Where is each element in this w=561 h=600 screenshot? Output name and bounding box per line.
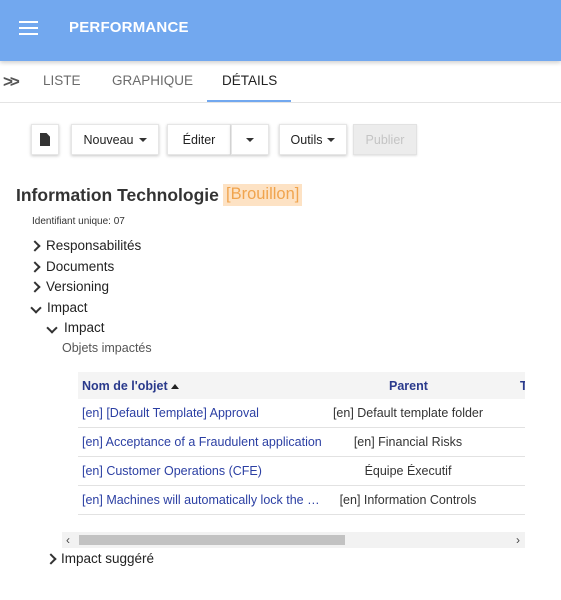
impacted-objects-grid: Nom de l'objet Parent T [en] [Default Te… bbox=[78, 372, 525, 518]
tree-label: Responsabilités bbox=[46, 238, 142, 253]
new-button[interactable]: Nouveau bbox=[71, 124, 159, 155]
hamburger-icon[interactable] bbox=[19, 21, 38, 36]
document-button[interactable] bbox=[31, 124, 59, 155]
tab-liste[interactable]: LISTE bbox=[43, 73, 81, 88]
table-row[interactable]: [en] [Default Template] Approval [en] De… bbox=[78, 399, 525, 428]
tree-label: Impact suggéré bbox=[61, 551, 155, 566]
object-name-link[interactable]: [en] [Default Template] Approval bbox=[82, 406, 322, 420]
chevron-right-icon bbox=[31, 279, 43, 294]
chevron-down-icon bbox=[48, 320, 60, 335]
impacted-objects-caption: Objets impactés bbox=[62, 341, 152, 355]
caret-down-icon bbox=[138, 137, 147, 142]
active-tab-indicator bbox=[207, 100, 291, 102]
tools-button[interactable]: Outils bbox=[279, 124, 347, 155]
document-icon bbox=[40, 133, 50, 146]
edit-dropdown-button[interactable] bbox=[231, 124, 269, 155]
app-title: PERFORMANCE bbox=[69, 19, 189, 36]
tab-details[interactable]: DÉTAILS bbox=[222, 73, 277, 88]
scroll-right-icon[interactable]: › bbox=[516, 533, 520, 547]
page-title: Information Technologie bbox=[16, 185, 219, 205]
object-name-link[interactable]: [en] Acceptance of a Fraudulent applicat… bbox=[82, 435, 322, 449]
tree-label: Impact bbox=[64, 320, 105, 335]
object-parent: [en] Information Controls bbox=[339, 493, 477, 507]
caret-down-icon bbox=[246, 137, 254, 142]
column-header-label: Nom de l'objet bbox=[82, 379, 168, 393]
chevron-right-icon bbox=[31, 238, 43, 253]
chevron-right-icon bbox=[47, 551, 59, 566]
scroll-left-icon[interactable]: ‹ bbox=[66, 533, 70, 547]
publish-button-label: Publier bbox=[365, 132, 405, 147]
object-parent: [en] Default template folder bbox=[332, 406, 484, 420]
tree-item-suggested-impact[interactable]: Impact suggéré bbox=[47, 551, 154, 566]
tree-item-responsabilites[interactable]: Responsabilités bbox=[31, 238, 141, 253]
unique-id-label: Identifiant unique: bbox=[32, 216, 111, 227]
object-name-link[interactable]: [en] Machines will automatically lock th… bbox=[82, 493, 322, 507]
tools-button-label: Outils bbox=[290, 132, 323, 147]
horizontal-scrollbar[interactable]: ‹ › bbox=[62, 532, 525, 548]
tree-item-impact-sub[interactable]: Impact bbox=[48, 320, 105, 335]
tab-graphique[interactable]: GRAPHIQUE bbox=[112, 73, 193, 88]
column-header-name[interactable]: Nom de l'objet bbox=[82, 379, 179, 393]
publish-button[interactable]: Publier bbox=[353, 124, 417, 155]
object-name-link[interactable]: [en] Customer Operations (CFE) bbox=[82, 464, 322, 478]
tree-label: Impact bbox=[47, 300, 88, 315]
edit-button-label: Éditer bbox=[182, 132, 216, 147]
unique-id-value: 07 bbox=[113, 216, 125, 227]
chevron-right-icon bbox=[31, 259, 43, 274]
chevron-down-icon bbox=[32, 300, 44, 315]
tree-item-impact[interactable]: Impact bbox=[32, 300, 88, 315]
grid-header: Nom de l'objet Parent T bbox=[78, 372, 525, 399]
double-chevron-right-icon[interactable]: >> bbox=[3, 72, 20, 92]
status-badge: [Brouillon] bbox=[223, 184, 303, 206]
column-header-type[interactable]: T bbox=[520, 379, 525, 393]
edit-button[interactable]: Éditer bbox=[167, 124, 231, 155]
object-parent: [en] Financial Risks bbox=[353, 435, 463, 449]
table-row[interactable]: [en] Acceptance of a Fraudulent applicat… bbox=[78, 428, 525, 457]
unique-id: Identifiant unique: 07 bbox=[32, 216, 125, 227]
tree-item-documents[interactable]: Documents bbox=[31, 259, 114, 274]
tree-label: Documents bbox=[46, 259, 115, 274]
column-header-parent[interactable]: Parent bbox=[389, 379, 428, 393]
tree-item-versioning[interactable]: Versioning bbox=[31, 279, 109, 294]
tree-label: Versioning bbox=[46, 279, 110, 294]
app-bar: PERFORMANCE bbox=[0, 0, 561, 61]
object-parent: Équipe Éxecutif bbox=[364, 464, 452, 478]
tabs-bar: >> LISTE GRAPHIQUE DÉTAILS bbox=[0, 61, 561, 103]
caret-down-icon bbox=[327, 137, 336, 142]
table-row[interactable]: [en] Customer Operations (CFE) Équipe Éx… bbox=[78, 457, 525, 486]
sort-ascending-icon bbox=[170, 384, 179, 389]
new-button-label: Nouveau bbox=[83, 132, 134, 147]
table-row[interactable]: [en] Machines will automatically lock th… bbox=[78, 486, 525, 515]
scrollbar-thumb[interactable] bbox=[79, 535, 345, 545]
